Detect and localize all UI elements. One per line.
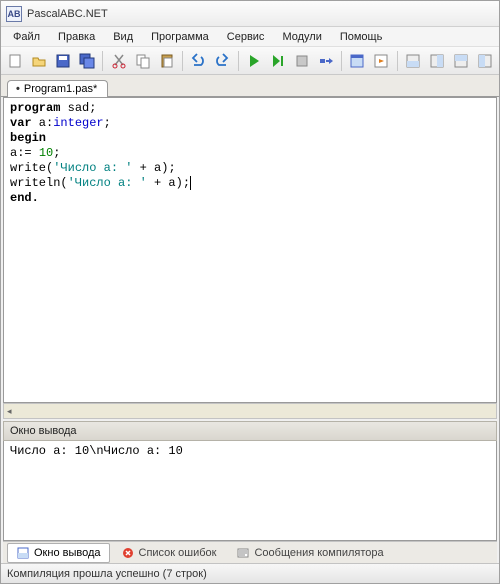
editor-tab[interactable]: • Program1.pas*: [7, 80, 108, 97]
editor-tabstrip: • Program1.pas*: [1, 75, 499, 97]
toolbar-separator: [341, 51, 342, 71]
window-title: PascalABC.NET: [27, 8, 108, 20]
toolbar-separator: [397, 51, 398, 71]
toolbar-separator: [182, 51, 183, 71]
menu-modules[interactable]: Модули: [274, 29, 329, 45]
menu-file[interactable]: Файл: [5, 29, 48, 45]
toolbar: [1, 47, 499, 75]
save-button[interactable]: [53, 50, 74, 72]
menu-service[interactable]: Сервис: [219, 29, 273, 45]
copy-button[interactable]: [132, 50, 153, 72]
cut-button[interactable]: [108, 50, 129, 72]
menu-view[interactable]: Вид: [105, 29, 141, 45]
step-button[interactable]: [315, 50, 336, 72]
panel-3-button[interactable]: [450, 50, 471, 72]
menu-program[interactable]: Программа: [143, 29, 217, 45]
menu-bar: Файл Правка Вид Программа Сервис Модули …: [1, 27, 499, 47]
output-icon: [16, 546, 30, 560]
run-no-debug-button[interactable]: [267, 50, 288, 72]
toolbar-separator: [102, 51, 103, 71]
bottom-tab-output[interactable]: Окно вывода: [7, 543, 110, 563]
errors-icon: [121, 546, 135, 560]
status-text: Компиляция прошла успешно (7 строк): [7, 568, 207, 580]
stop-button[interactable]: [291, 50, 312, 72]
save-all-button[interactable]: [77, 50, 98, 72]
dirty-indicator-icon: •: [16, 83, 20, 95]
undo-button[interactable]: [188, 50, 209, 72]
editor-horizontal-scrollbar[interactable]: [3, 403, 497, 419]
new-file-button[interactable]: [5, 50, 26, 72]
tab-filename: Program1.pas*: [24, 83, 97, 95]
app-icon: AB: [6, 6, 22, 22]
run-button[interactable]: [244, 50, 265, 72]
title-bar: AB PascalABC.NET: [1, 1, 499, 27]
bottom-tab-label: Список ошибок: [139, 547, 217, 559]
code-editor[interactable]: program sad; var a:integer; begin a:= 10…: [3, 97, 497, 403]
open-file-button[interactable]: [29, 50, 50, 72]
panel-4-button[interactable]: [474, 50, 495, 72]
panel-2-button[interactable]: [426, 50, 447, 72]
toggle-panel-button[interactable]: [371, 50, 392, 72]
bottom-tab-label: Окно вывода: [34, 547, 101, 559]
status-bar: Компиляция прошла успешно (7 строк): [1, 563, 499, 583]
menu-help[interactable]: Помощь: [332, 29, 391, 45]
bottom-tab-compiler[interactable]: Сообщения компилятора: [227, 543, 392, 563]
bottom-tab-errors[interactable]: Список ошибок: [112, 543, 226, 563]
bottom-tabstrip: Окно вывода Список ошибок Сообщения комп…: [3, 541, 497, 563]
menu-edit[interactable]: Правка: [50, 29, 103, 45]
toolbar-separator: [238, 51, 239, 71]
panel-1-button[interactable]: [403, 50, 424, 72]
output-panel[interactable]: Число a: 10\nЧисло a: 10: [3, 441, 497, 541]
redo-button[interactable]: [212, 50, 233, 72]
compiler-icon: [236, 546, 250, 560]
output-panel-header: Окно вывода: [3, 421, 497, 441]
paste-button[interactable]: [156, 50, 177, 72]
form-designer-button[interactable]: [347, 50, 368, 72]
bottom-tab-label: Сообщения компилятора: [254, 547, 383, 559]
